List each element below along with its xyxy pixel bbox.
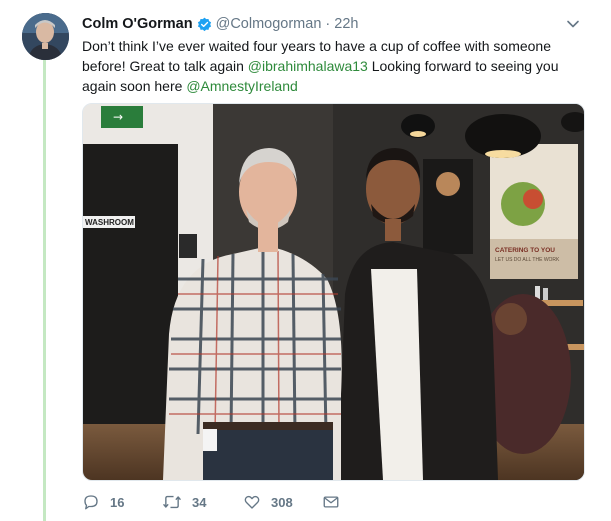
tweet-actions-bar: 16 34 308 bbox=[82, 488, 402, 516]
reply-button[interactable]: 16 bbox=[82, 493, 124, 511]
retweet-count: 34 bbox=[192, 494, 207, 510]
catering-subtext: LET US DO ALL THE WORK bbox=[495, 257, 560, 263]
mention-link-ibrahimhalawa13[interactable]: @ibrahimhalawa13 bbox=[248, 58, 368, 74]
reply-icon bbox=[82, 493, 100, 511]
exit-sign: → bbox=[113, 110, 123, 124]
tweet-photo[interactable]: WASHROOM → CATERING TO YOU LET US DO ALL… bbox=[82, 103, 585, 481]
direct-message-button[interactable] bbox=[322, 493, 340, 511]
heart-icon bbox=[243, 493, 261, 511]
tweet-text: Don’t think I’ve ever waited four years … bbox=[82, 36, 582, 96]
tweet-timestamp[interactable]: 22h bbox=[334, 16, 358, 32]
verified-badge-icon bbox=[197, 17, 212, 32]
envelope-icon bbox=[322, 493, 340, 511]
avatar[interactable] bbox=[22, 13, 69, 60]
author-handle[interactable]: @Colmogorman bbox=[216, 16, 322, 32]
retweet-icon bbox=[162, 493, 182, 511]
mention-link-amnestyireland[interactable]: @AmnestyIreland bbox=[186, 78, 297, 94]
retweet-button[interactable]: 34 bbox=[162, 493, 206, 511]
like-count: 308 bbox=[271, 494, 293, 510]
catering-sign: CATERING TO YOU bbox=[495, 247, 555, 254]
like-button[interactable]: 308 bbox=[243, 493, 293, 511]
thread-connector-line bbox=[43, 60, 46, 521]
author-name[interactable]: Colm O'Gorman bbox=[82, 16, 193, 32]
washroom-sign: WASHROOM bbox=[85, 218, 134, 227]
tweet-header: Colm O'Gorman @Colmogorman · 22h bbox=[82, 14, 591, 34]
chevron-down-icon[interactable] bbox=[565, 16, 581, 32]
reply-count: 16 bbox=[110, 494, 125, 510]
separator-dot: · bbox=[325, 16, 331, 32]
